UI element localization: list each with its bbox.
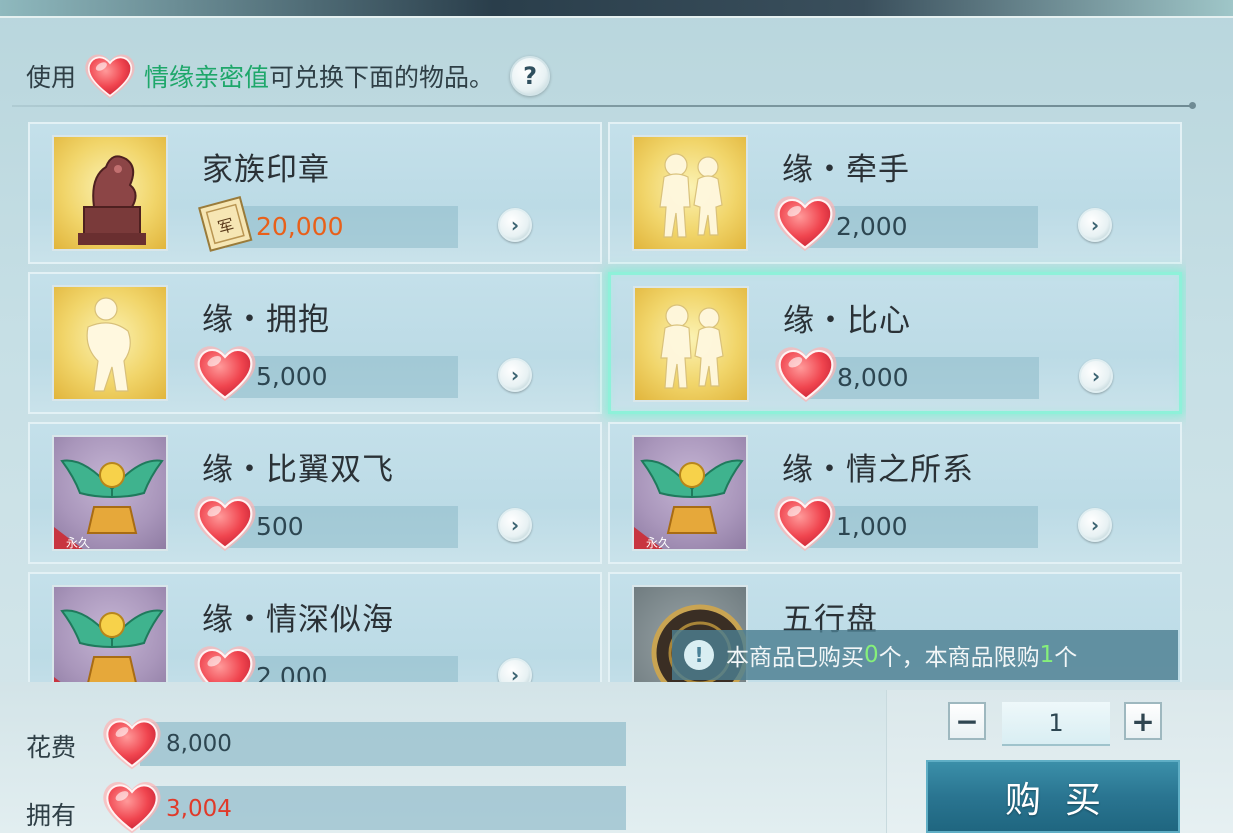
item-card[interactable]: 家族印章 军 20,000 › [28, 122, 602, 264]
embrace-icon [86, 297, 131, 392]
increase-button[interactable]: + [1124, 702, 1162, 740]
currency-name: 情缘亲密值 [144, 63, 270, 92]
top-banner [0, 0, 1233, 18]
header-prefix: 使用 [26, 63, 77, 92]
item-price: 5,000 [256, 362, 328, 391]
tooltip-text-1: 本商品已购买 [726, 645, 864, 671]
heart-icon [190, 642, 260, 682]
item-card-selected[interactable]: 缘・比心 8,000 › [608, 272, 1182, 414]
header-divider [12, 102, 1196, 109]
heart-icon [771, 343, 841, 405]
heart-icon [100, 778, 164, 833]
chevron-right-icon[interactable]: › [1078, 208, 1112, 242]
chevron-right-icon[interactable]: › [1079, 359, 1113, 393]
item-name: 缘・比心 [783, 303, 911, 339]
scroll-icon: 军 [190, 192, 260, 254]
chevron-right-icon[interactable]: › [498, 208, 532, 242]
quantity-input[interactable]: 1 [1002, 702, 1110, 746]
chevron-right-icon[interactable]: › [1078, 508, 1112, 542]
heart-icon [190, 342, 260, 404]
item-card[interactable]: 缘・牵手 2,000 › [608, 122, 1182, 264]
item-name: 缘・比翼双飞 [202, 452, 394, 488]
chevron-right-icon[interactable]: › [498, 358, 532, 392]
seal-icon [78, 155, 146, 245]
winged-emblem-icon: 永久 [54, 459, 164, 550]
decrease-button[interactable]: − [948, 702, 986, 740]
cost-value: 8,000 [166, 731, 232, 757]
item-thumbnail [52, 135, 168, 251]
heart-icon [190, 492, 260, 554]
limit-count: 1 [1039, 642, 1055, 668]
purchase-limit-tooltip: ! 本商品已购买 0 个，本商品限购 1 个 [672, 630, 1178, 680]
item-thumbnail [633, 286, 749, 402]
winged-emblem-icon: 永久 [54, 609, 164, 682]
item-thumbnail [632, 135, 748, 251]
header-suffix: 可兑换下面的物品。 [269, 63, 495, 92]
heart-icon [770, 492, 840, 554]
item-name: 缘・拥抱 [202, 302, 330, 338]
item-grid: 家族印章 军 20,000 › 缘・牵手 2,000 › 缘・拥抱 5,000 … [28, 122, 1186, 682]
item-thumbnail: 永久 [52, 435, 168, 551]
bought-count: 0 [864, 642, 879, 668]
item-name: 缘・牵手 [782, 152, 910, 188]
exchange-header: 使用 情缘亲密值 可兑换下面的物品。 ? [26, 51, 551, 101]
heart-icon [770, 192, 840, 254]
owned-value: 3,004 [166, 796, 232, 822]
item-price: 500 [256, 512, 304, 541]
info-icon: ! [684, 640, 714, 670]
tooltip-text-2: 个，本商品限购 [878, 645, 1040, 671]
item-name: 缘・情深似海 [202, 602, 394, 638]
item-thumbnail [52, 285, 168, 401]
heart-gesture-icon [635, 288, 749, 402]
heart-icon [82, 51, 138, 101]
item-price: 2,000 [836, 212, 908, 241]
tooltip-text-3: 个 [1054, 645, 1078, 671]
permanent-badge: 永久 [66, 536, 90, 550]
item-card[interactable]: 永久 缘・情深似海 2,000 › [28, 572, 602, 682]
chevron-right-icon[interactable]: › [498, 658, 532, 682]
question-icon: ? [523, 62, 537, 90]
item-name: 家族印章 [202, 152, 330, 188]
item-price: 1,000 [836, 512, 908, 541]
chevron-right-icon[interactable]: › [498, 508, 532, 542]
item-card[interactable]: 永久 缘・比翼双飞 500 › [28, 422, 602, 564]
permanent-badge: 永久 [646, 536, 670, 550]
item-card[interactable]: 缘・拥抱 5,000 › [28, 272, 602, 414]
help-button[interactable]: ? [510, 56, 551, 96]
item-thumbnail: 永久 [632, 435, 748, 551]
owned-label: 拥有 [26, 801, 77, 830]
winged-emblem-icon: 永久 [634, 459, 744, 550]
cost-label: 花费 [26, 733, 77, 762]
item-price: 20,000 [256, 212, 344, 241]
item-thumbnail: 永久 [52, 585, 168, 682]
item-card[interactable]: 永久 缘・情之所系 1,000 › [608, 422, 1182, 564]
item-price: 2,000 [256, 662, 328, 682]
buy-button[interactable]: 购买 [926, 760, 1180, 833]
item-price: 8,000 [837, 363, 909, 392]
heart-icon [100, 714, 164, 772]
hand-holding-icon [634, 137, 748, 251]
item-name: 缘・情之所系 [782, 452, 974, 488]
